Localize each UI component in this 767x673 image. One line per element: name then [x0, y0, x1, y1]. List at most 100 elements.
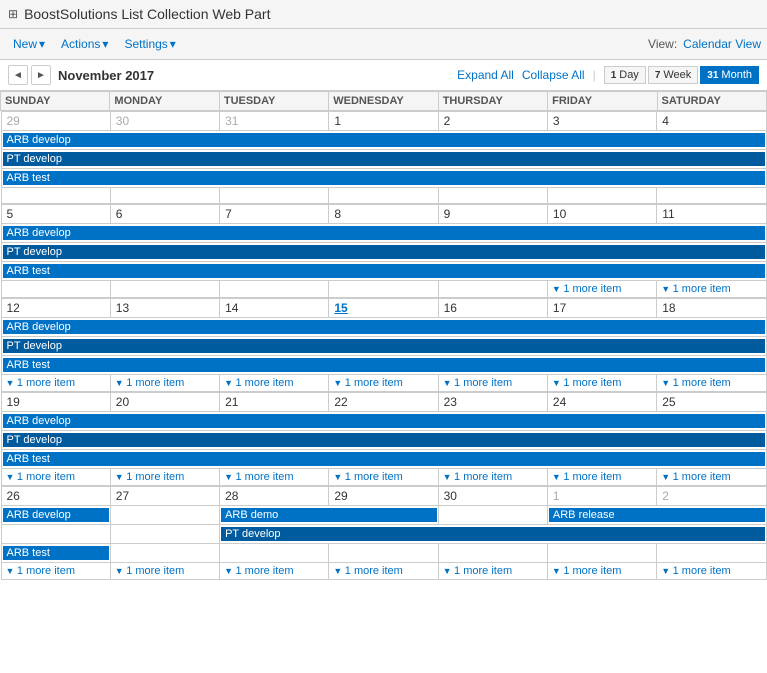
week3-event-arb-develop: ARB develop [1, 318, 766, 337]
toolbar: New ▾ Actions ▾ Settings ▾ View: Calenda… [0, 29, 767, 60]
next-month-button[interactable]: ► [31, 65, 51, 85]
more-link-24[interactable]: 1 more item [549, 470, 655, 484]
more-16[interactable]: 1 more item [438, 375, 547, 392]
week2-event-arb-develop: ARB develop [1, 224, 766, 243]
more-link-dec1[interactable]: 1 more item [549, 564, 655, 578]
event-arb-test-4[interactable]: ARB test [3, 452, 765, 466]
more-18[interactable]: 1 more item [657, 375, 766, 392]
more-23[interactable]: 1 more item [438, 469, 547, 486]
pt-develop-bar-cell4: PT develop [1, 431, 766, 450]
event-arb-develop[interactable]: ARB develop [3, 133, 765, 147]
more-27[interactable]: 1 more item [110, 563, 219, 580]
more-link-26[interactable]: 1 more item [3, 564, 109, 578]
more-28[interactable]: 1 more item [220, 563, 329, 580]
prev-month-button[interactable]: ◄ [8, 65, 28, 85]
more-20[interactable]: 1 more item [110, 469, 219, 486]
month-view-button[interactable]: 31 Month [700, 66, 759, 84]
event-pt-develop-4[interactable]: PT develop [3, 433, 765, 447]
more-13[interactable]: 1 more item [110, 375, 219, 392]
event-arb-develop-2[interactable]: ARB develop [3, 226, 765, 240]
event-pt-develop-5[interactable]: PT develop [221, 527, 764, 541]
empty2 [110, 188, 219, 204]
more-17[interactable]: 1 more item [547, 375, 656, 392]
more-12[interactable]: 1 more item [1, 375, 110, 392]
more-30[interactable]: 1 more item [438, 563, 547, 580]
event-arb-test-2[interactable]: ARB test [3, 264, 765, 278]
day-number: 19 [4, 394, 23, 410]
event-arb-develop-4[interactable]: ARB develop [3, 414, 765, 428]
more-link-11[interactable]: 1 more item [658, 282, 764, 296]
more-link-13[interactable]: 1 more item [112, 376, 218, 390]
title-bar: ⊞ BoostSolutions List Collection Web Par… [0, 0, 767, 29]
week-view-button[interactable]: 7 Week [648, 66, 698, 84]
more-22[interactable]: 1 more item [329, 469, 438, 486]
more-15[interactable]: 1 more item [329, 375, 438, 392]
more-link-29[interactable]: 1 more item [330, 564, 436, 578]
more-11[interactable]: 1 more item [657, 281, 766, 298]
event-pt-develop-2[interactable]: PT develop [3, 245, 765, 259]
more-link-23[interactable]: 1 more item [440, 470, 546, 484]
day-view-button[interactable]: 1 Day [604, 66, 646, 84]
more-link-28[interactable]: 1 more item [221, 564, 327, 578]
event-arb-develop-3[interactable]: ARB develop [3, 320, 765, 334]
more-link-20[interactable]: 1 more item [112, 470, 218, 484]
day-oct31: 31 [220, 112, 329, 131]
more-link-21[interactable]: 1 more item [221, 470, 327, 484]
new-button[interactable]: New ▾ [6, 33, 52, 55]
arb-develop-bar-cell4: ARB develop [1, 412, 766, 431]
empty1 [1, 188, 110, 204]
event-arb-release[interactable]: ARB release [549, 508, 765, 522]
calendar-header-row: SUNDAY MONDAY TUESDAY WEDNESDAY THURSDAY… [1, 92, 767, 111]
more-24[interactable]: 1 more item [547, 469, 656, 486]
more-link-19[interactable]: 1 more item [3, 470, 109, 484]
week1-empty-row [1, 188, 766, 204]
more-dec2[interactable]: 1 more item [657, 563, 766, 580]
more-21[interactable]: 1 more item [220, 469, 329, 486]
week5-events-cell: 26 27 28 29 30 1 2 ARB develop [1, 486, 767, 580]
more-10[interactable]: 1 more item [547, 281, 656, 298]
day-nov3: 3 [547, 112, 656, 131]
actions-chevron-icon: ▾ [102, 37, 108, 51]
actions-button[interactable]: Actions ▾ [54, 33, 115, 55]
empty-29-at [329, 544, 438, 563]
more-26[interactable]: 1 more item [1, 563, 110, 580]
day-23: 23 [438, 393, 547, 412]
more-link-dec2[interactable]: 1 more item [658, 564, 764, 578]
more-link-10[interactable]: 1 more item [549, 282, 655, 296]
more-14[interactable]: 1 more item [220, 375, 329, 392]
week-row-3: 12 13 14 15 16 17 18 ARB develop [1, 298, 767, 392]
event-arb-develop-26[interactable]: ARB develop [3, 508, 109, 522]
more-25[interactable]: 1 more item [657, 469, 766, 486]
day-number: 18 [659, 300, 678, 316]
more-link-25[interactable]: 1 more item [658, 470, 764, 484]
header-sunday: SUNDAY [1, 92, 110, 111]
more-29[interactable]: 1 more item [329, 563, 438, 580]
settings-button[interactable]: Settings ▾ [117, 33, 182, 55]
day-nov1: 1 [329, 112, 438, 131]
day-number: 31 [222, 113, 241, 129]
more-link-12[interactable]: 1 more item [3, 376, 109, 390]
arb-develop-26: ARB develop [1, 506, 110, 525]
week-row-1: 29 30 31 1 2 3 4 ARB develop [1, 111, 767, 205]
more-link-16[interactable]: 1 more item [440, 376, 546, 390]
more-link-14[interactable]: 1 more item [221, 376, 327, 390]
more-19[interactable]: 1 more item [1, 469, 110, 486]
more-link-22[interactable]: 1 more item [330, 470, 436, 484]
more-link-30[interactable]: 1 more item [440, 564, 546, 578]
more-link-17[interactable]: 1 more item [549, 376, 655, 390]
more-dec1[interactable]: 1 more item [547, 563, 656, 580]
day-12: 12 [1, 299, 110, 318]
more-link-18[interactable]: 1 more item [658, 376, 764, 390]
week1-event-arb-test: ARB test [1, 169, 766, 188]
day-5: 5 [1, 205, 110, 224]
event-arb-test-3[interactable]: ARB test [3, 358, 765, 372]
more-link-15[interactable]: 1 more item [330, 376, 436, 390]
event-arb-test[interactable]: ARB test [3, 171, 765, 185]
more-link-27[interactable]: 1 more item [112, 564, 218, 578]
expand-all-link[interactable]: Expand All [457, 68, 514, 82]
event-arb-test-26[interactable]: ARB test [3, 546, 109, 560]
collapse-all-link[interactable]: Collapse All [522, 68, 585, 82]
event-pt-develop-3[interactable]: PT develop [3, 339, 765, 353]
event-arb-demo[interactable]: ARB demo [221, 508, 437, 522]
event-pt-develop[interactable]: PT develop [3, 152, 765, 166]
